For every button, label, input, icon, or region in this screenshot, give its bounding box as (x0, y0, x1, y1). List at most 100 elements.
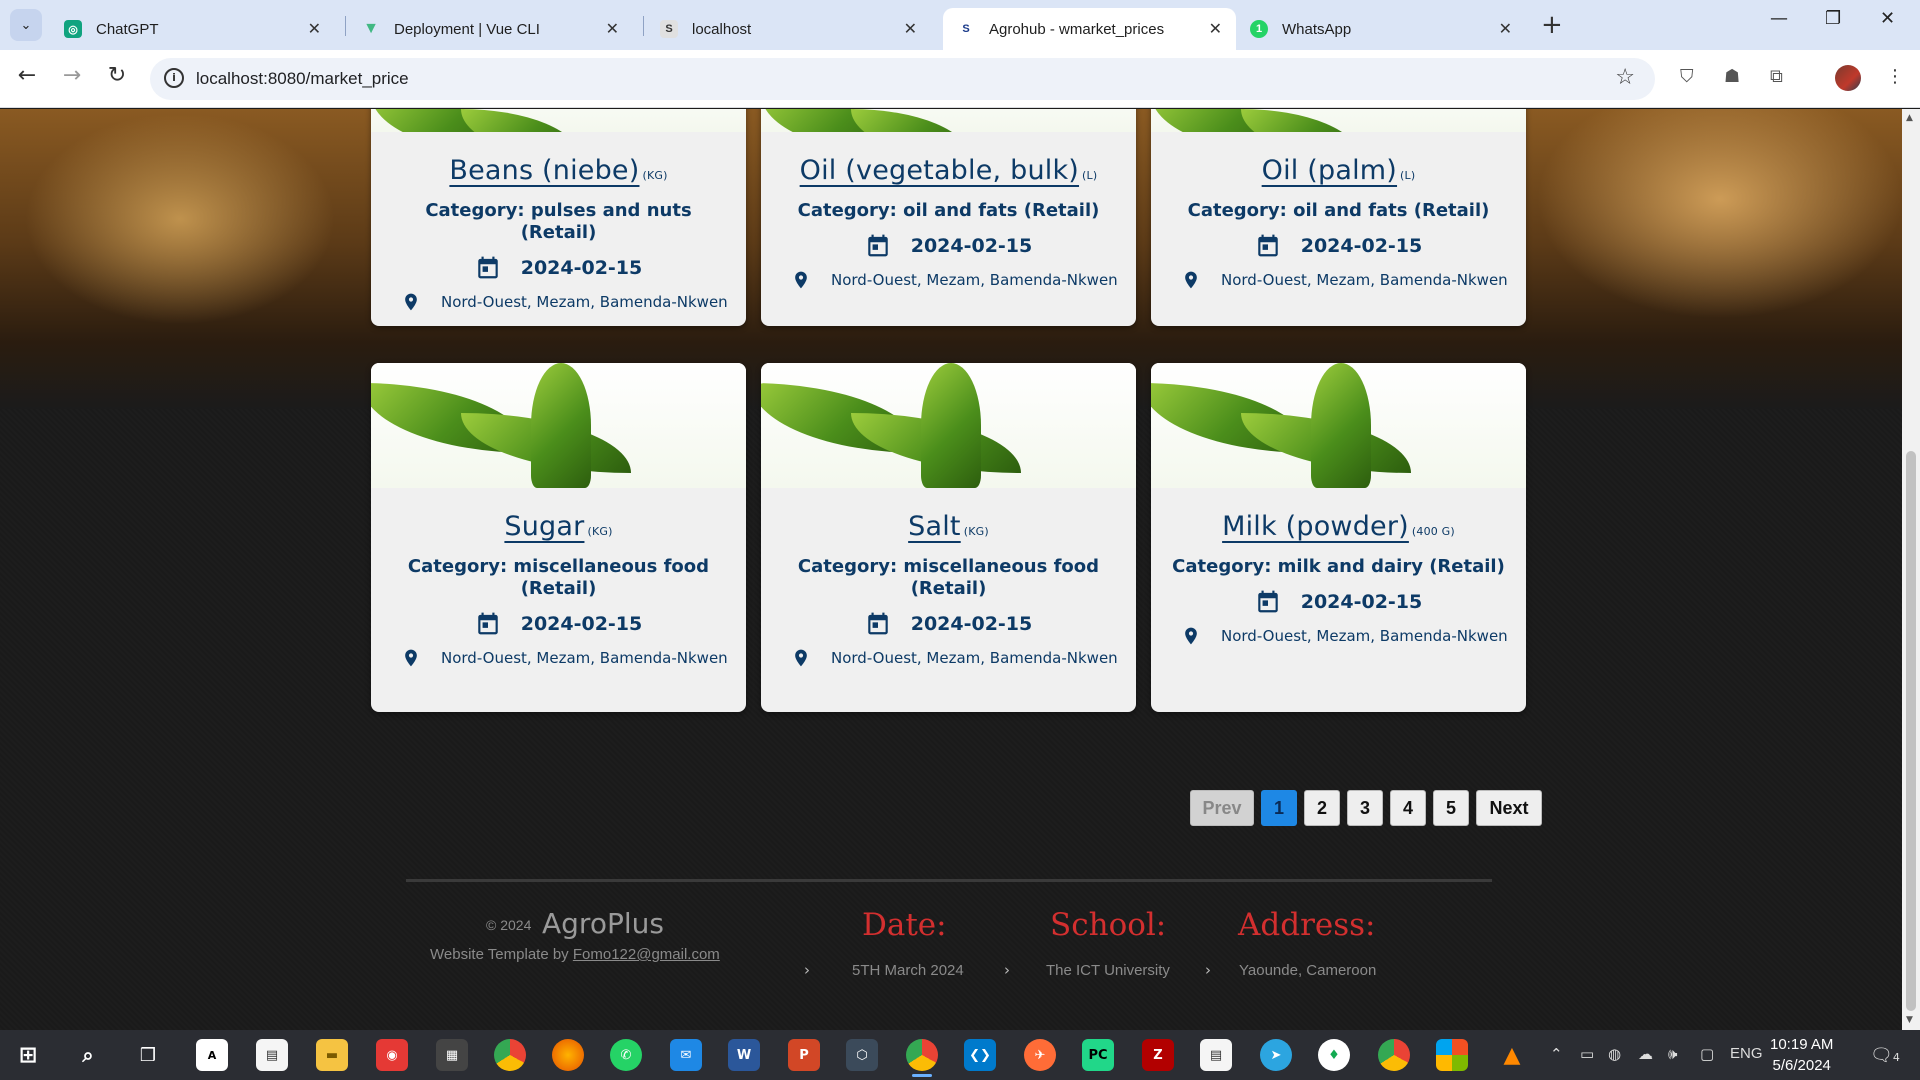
restore-icon[interactable]: ❐ (1825, 8, 1841, 29)
minimize-icon[interactable]: — (1770, 8, 1788, 29)
chrome-profile-icon[interactable] (1378, 1039, 1410, 1071)
file-explorer-icon[interactable]: ▬ (316, 1039, 348, 1071)
forward-icon[interactable]: → (57, 63, 87, 88)
battery-icon[interactable]: ▭ (1580, 1045, 1594, 1063)
product-unit: (L) (1082, 169, 1098, 182)
calculator-icon[interactable]: ▦ (436, 1039, 468, 1071)
whatsapp-taskbar-icon[interactable]: ✆ (610, 1039, 642, 1071)
notepad-icon[interactable]: ▤ (256, 1039, 288, 1071)
postman-icon[interactable]: ✈ (1024, 1039, 1056, 1071)
product-name[interactable]: Beans (niebe) (449, 155, 639, 186)
search-icon[interactable]: ⌕ (72, 1039, 104, 1071)
product-card[interactable]: Oil (palm) (L) Category: oil and fats (Re… (1151, 109, 1526, 326)
card-crop-image (761, 363, 1136, 488)
tab-search-button[interactable]: ⌄ (10, 9, 42, 41)
windows-app-icon[interactable] (1436, 1039, 1468, 1071)
notification-count: 4 (1892, 1051, 1900, 1064)
volume-icon[interactable]: 🕪 (1668, 1045, 1677, 1063)
document-icon[interactable]: ▤ (1200, 1039, 1232, 1071)
product-category: Category: oil and fats (Retail) (797, 200, 1100, 221)
tab-vue-cli[interactable]: ▼ Deployment | Vue CLI ✕ (348, 8, 633, 50)
product-card[interactable]: Oil (vegetable, bulk) (L) Category: oil a… (761, 109, 1136, 326)
close-tab-icon[interactable]: ✕ (1499, 19, 1512, 39)
new-tab-button[interactable]: + (1541, 10, 1563, 40)
next-page-button[interactable]: Next (1476, 790, 1542, 826)
date-text: 2024-02-15 (1300, 590, 1423, 613)
prev-page-button[interactable]: Prev (1190, 790, 1254, 826)
close-window-icon[interactable]: ✕ (1880, 8, 1895, 29)
cloud-icon[interactable]: ☁ (1638, 1045, 1653, 1063)
mongodb-icon[interactable]: ♦ (1318, 1039, 1350, 1071)
product-card[interactable]: Beans (niebe) (KG) Category: pulses and n… (371, 109, 746, 326)
site-info-icon[interactable]: i (164, 68, 184, 88)
chrome-icon[interactable] (494, 1039, 526, 1071)
windows-start-icon[interactable]: ⊞ (12, 1039, 44, 1071)
vlc-icon[interactable]: ▲ (1496, 1039, 1528, 1071)
page-1-button[interactable]: 1 (1261, 790, 1297, 826)
scrollbar-thumb[interactable] (1906, 451, 1916, 1011)
display-icon[interactable]: ▢ (1700, 1045, 1714, 1063)
product-name[interactable]: Oil (vegetable, bulk) (800, 155, 1079, 186)
language-indicator[interactable]: ENG (1730, 1045, 1763, 1062)
vscode-icon[interactable]: ❮❯ (964, 1039, 996, 1071)
telegram-icon[interactable]: ➤ (1260, 1039, 1292, 1071)
product-name[interactable]: Salt (908, 511, 961, 542)
recorder-icon[interactable]: ◉ (376, 1039, 408, 1071)
tab-localhost[interactable]: S localhost ✕ (646, 8, 931, 50)
pycharm-icon[interactable]: PC (1082, 1039, 1114, 1071)
product-title: Milk (powder) (400 G) (1151, 511, 1526, 542)
page-5-button[interactable]: 5 (1433, 790, 1469, 826)
url-text[interactable]: localhost:8080/market_price (196, 69, 409, 89)
product-name[interactable]: Sugar (504, 511, 584, 542)
page-2-button[interactable]: 2 (1304, 790, 1340, 826)
scroll-up-icon[interactable]: ▲ (1906, 113, 1913, 123)
chevron-right-icon: › (804, 961, 810, 979)
tab-chatgpt[interactable]: ◎ ChatGPT ✕ (50, 8, 335, 50)
browser-menu-icon[interactable]: ⋮ (1886, 66, 1904, 87)
profile-avatar[interactable] (1835, 65, 1861, 91)
back-icon[interactable]: ← (12, 63, 42, 88)
extensions-puzzle-icon[interactable]: ⧉ (1770, 66, 1783, 87)
product-name[interactable]: Milk (powder) (1222, 511, 1409, 542)
location-pin-icon (795, 271, 807, 289)
network-icon[interactable]: ◍ (1608, 1045, 1621, 1063)
omnibox[interactable]: i localhost:8080/market_price ☆ (150, 58, 1655, 100)
reload-icon[interactable]: ↻ (102, 63, 132, 88)
product-name[interactable]: Oil (palm) (1262, 155, 1397, 186)
scroll-down-icon[interactable]: ▼ (1906, 1015, 1913, 1025)
powerpoint-icon[interactable]: P (788, 1039, 820, 1071)
close-tab-icon[interactable]: ✕ (904, 19, 917, 39)
system-clock[interactable]: 10:19 AM 5/6/2024 (1770, 1034, 1833, 1076)
shield-extension-icon[interactable]: ⛉ (1680, 66, 1694, 87)
show-hidden-icons[interactable]: ⌃ (1550, 1045, 1563, 1063)
incognito-extension-icon[interactable]: ☗ (1724, 66, 1740, 87)
firefox-icon[interactable] (552, 1039, 584, 1071)
location-pin-icon (1185, 627, 1197, 645)
page-4-button[interactable]: 4 (1390, 790, 1426, 826)
product-card[interactable]: Milk (powder) (400 G) Category: milk and … (1151, 363, 1526, 712)
page-scrollbar[interactable]: ▲ ▼ (1902, 109, 1920, 1030)
tab-whatsapp[interactable]: 1 WhatsApp ✕ (1236, 8, 1526, 50)
app-icon[interactable]: A (196, 1039, 228, 1071)
product-title: Beans (niebe) (KG) (371, 155, 746, 186)
task-view-icon[interactable]: ❒ (132, 1039, 164, 1071)
chrome-active-icon[interactable] (906, 1039, 938, 1077)
filezilla-icon[interactable]: Z (1142, 1039, 1174, 1071)
word-icon[interactable]: W (728, 1039, 760, 1071)
product-card[interactable]: Salt (KG) Category: miscellaneous food (R… (761, 363, 1136, 712)
product-card[interactable]: Sugar (KG) Category: miscellaneous food (… (371, 363, 746, 712)
close-tab-icon[interactable]: ✕ (606, 19, 619, 39)
mail-icon[interactable]: ✉ (670, 1039, 702, 1071)
close-tab-icon[interactable]: ✕ (1209, 19, 1222, 39)
notification-center-icon[interactable]: 🗨4 (1870, 1045, 1900, 1066)
template-credit-text: Website Template by (430, 946, 569, 963)
close-tab-icon[interactable]: ✕ (308, 19, 321, 39)
page-3-button[interactable]: 3 (1347, 790, 1383, 826)
location-pin-icon (795, 649, 807, 667)
bookmark-star-icon[interactable]: ☆ (1615, 65, 1635, 90)
product-category: Category: milk and dairy (Retail) (1172, 556, 1505, 577)
email-link[interactable]: Fomo122@gmail.com (573, 946, 720, 963)
card-crop-image (761, 109, 1136, 132)
vm-icon[interactable]: ⬡ (846, 1039, 878, 1071)
tab-agrohub[interactable]: S Agrohub - wmarket_prices ✕ (943, 8, 1236, 50)
